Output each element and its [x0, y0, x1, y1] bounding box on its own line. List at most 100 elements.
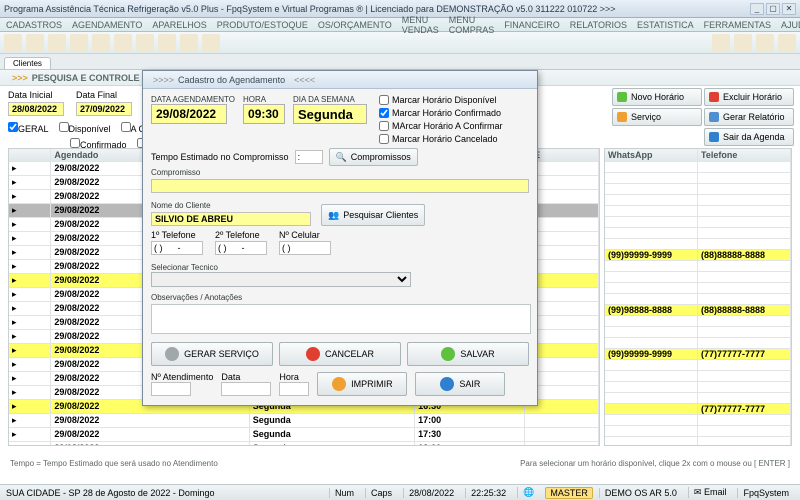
tab-clientes[interactable]: Clientes [4, 57, 51, 69]
hora2-input[interactable] [279, 382, 309, 396]
tel1-input[interactable] [151, 241, 203, 255]
pesquisar-clientes-button[interactable]: 👥Pesquisar Clientes [321, 204, 425, 226]
chk-confirmado[interactable] [70, 138, 80, 148]
menu-estatistica[interactable]: ESTATISTICA [637, 20, 694, 30]
gerar-relatorio-button[interactable]: Gerar Relatório [704, 108, 794, 126]
table-row[interactable] [605, 206, 791, 217]
window-titlebar: Programa Assistência Técnica Refrigeraçã… [0, 0, 800, 18]
cancelar-button[interactable]: CANCELAR [279, 342, 401, 366]
menu-vendas[interactable]: MENU VENDAS [402, 15, 439, 35]
data2-input[interactable] [221, 382, 271, 396]
toolbar-icon[interactable] [778, 34, 796, 52]
natendimento-input[interactable] [151, 382, 191, 396]
toolbar-icon[interactable] [114, 34, 132, 52]
servico-button[interactable]: Serviço [612, 108, 702, 126]
table-row[interactable] [605, 261, 791, 272]
toolbar-icon[interactable] [712, 34, 730, 52]
excluir-horario-button[interactable]: Excluir Horário [704, 88, 794, 106]
tempo-input[interactable] [295, 150, 323, 164]
label-natend: Nº Atendimento [151, 372, 213, 382]
menu-ajuda[interactable]: AJUDA [781, 20, 800, 30]
compromissos-button[interactable]: 🔍Compromissos [329, 148, 418, 166]
table-row[interactable] [605, 360, 791, 371]
table-row[interactable] [605, 184, 791, 195]
chk-marcar-cancelado[interactable] [379, 134, 389, 144]
menu-financeiro[interactable]: FINANCEIRO [504, 20, 560, 30]
gerar-servico-button[interactable]: GERAR SERVIÇO [151, 342, 273, 366]
table-row[interactable] [605, 371, 791, 382]
table-row[interactable] [605, 217, 791, 228]
table-row[interactable] [605, 239, 791, 250]
hora-input[interactable] [243, 104, 285, 124]
chk-disponivel[interactable] [59, 122, 69, 132]
imprimir-button[interactable]: IMPRIMIR [317, 372, 407, 396]
table-row[interactable]: (99)99999-9999(88)88888-8888 [605, 250, 791, 261]
toolbar-icon[interactable] [92, 34, 110, 52]
toolbar-icon[interactable] [158, 34, 176, 52]
table-row[interactable]: ▸29/08/2022Segunda18:00 [9, 442, 599, 446]
table-row[interactable]: ▸29/08/2022Segunda17:00 [9, 414, 599, 428]
celular-input[interactable] [279, 241, 331, 255]
menu-relatorios[interactable]: RELATORIOS [570, 20, 627, 30]
table-row[interactable] [605, 173, 791, 184]
maximize-button[interactable]: ▢ [766, 3, 780, 15]
table-row[interactable] [605, 382, 791, 393]
sair-agenda-button[interactable]: Sair da Agenda [704, 128, 794, 146]
menu-ferramentas[interactable]: FERRAMENTAS [704, 20, 771, 30]
label-data-inicial: Data Inicial [8, 90, 64, 100]
table-row[interactable] [605, 415, 791, 426]
table-row[interactable] [605, 294, 791, 305]
minimize-button[interactable]: _ [750, 3, 764, 15]
table-row[interactable] [605, 327, 791, 338]
data-final-input[interactable] [76, 102, 132, 116]
toolbar-icon[interactable] [4, 34, 22, 52]
table-row[interactable] [605, 228, 791, 239]
table-row[interactable] [605, 426, 791, 437]
menu-compras[interactable]: MENU COMPRAS [449, 15, 495, 35]
table-row[interactable] [605, 272, 791, 283]
menu-produto[interactable]: PRODUTO/ESTOQUE [217, 20, 308, 30]
table-row[interactable] [605, 283, 791, 294]
dialog-titlebar[interactable]: >>>> Cadastro do Agendamento <<<< [143, 71, 537, 89]
toolbar-icon[interactable] [734, 34, 752, 52]
table-row[interactable] [605, 393, 791, 404]
tel2-input[interactable] [215, 241, 267, 255]
table-row[interactable] [605, 162, 791, 173]
obs-textarea[interactable] [151, 304, 531, 334]
toolbar-icon[interactable] [180, 34, 198, 52]
close-button[interactable]: ✕ [782, 3, 796, 15]
table-row[interactable]: (77)77777-7777 [605, 404, 791, 415]
salvar-button[interactable]: SALVAR [407, 342, 529, 366]
table-row[interactable] [605, 437, 791, 446]
nome-cliente-input[interactable] [151, 212, 311, 226]
table-row[interactable] [605, 195, 791, 206]
sair-button[interactable]: SAIR [415, 372, 505, 396]
chk-marcar-confirmado[interactable] [379, 108, 389, 118]
compromisso-input[interactable] [151, 179, 529, 193]
data-agendamento-input[interactable] [151, 104, 227, 124]
data-inicial-input[interactable] [8, 102, 64, 116]
menu-aparelhos[interactable]: APARELHOS [152, 20, 206, 30]
menu-agendamento[interactable]: AGENDAMENTO [72, 20, 142, 30]
toolbar-icon[interactable] [202, 34, 220, 52]
chk-aconfirmar[interactable] [121, 122, 131, 132]
toolbar-icon[interactable] [756, 34, 774, 52]
toolbar-icon[interactable] [70, 34, 88, 52]
chk-geral[interactable] [8, 122, 18, 132]
tecnico-select[interactable] [151, 272, 411, 287]
phone-grid[interactable]: WhatsApp Telefone (99)99999-9999(88)8888… [604, 148, 792, 446]
table-row[interactable]: (99)99999-9999(77)77777-7777 [605, 349, 791, 360]
toolbar-icon[interactable] [48, 34, 66, 52]
col-whatsapp: WhatsApp [605, 149, 698, 162]
table-row[interactable]: (99)98888-8888(88)88888-8888 [605, 305, 791, 316]
table-row[interactable]: ▸29/08/2022Segunda17:30 [9, 428, 599, 442]
novo-horario-button[interactable]: Novo Horário [612, 88, 702, 106]
menu-os[interactable]: OS/ORÇAMENTO [318, 20, 392, 30]
menu-cadastros[interactable]: CADASTROS [6, 20, 62, 30]
toolbar-icon[interactable] [136, 34, 154, 52]
table-row[interactable] [605, 316, 791, 327]
chk-marcar-disponivel[interactable] [379, 95, 389, 105]
chk-marcar-aconfirmar[interactable] [379, 121, 389, 131]
toolbar-icon[interactable] [26, 34, 44, 52]
table-row[interactable] [605, 338, 791, 349]
